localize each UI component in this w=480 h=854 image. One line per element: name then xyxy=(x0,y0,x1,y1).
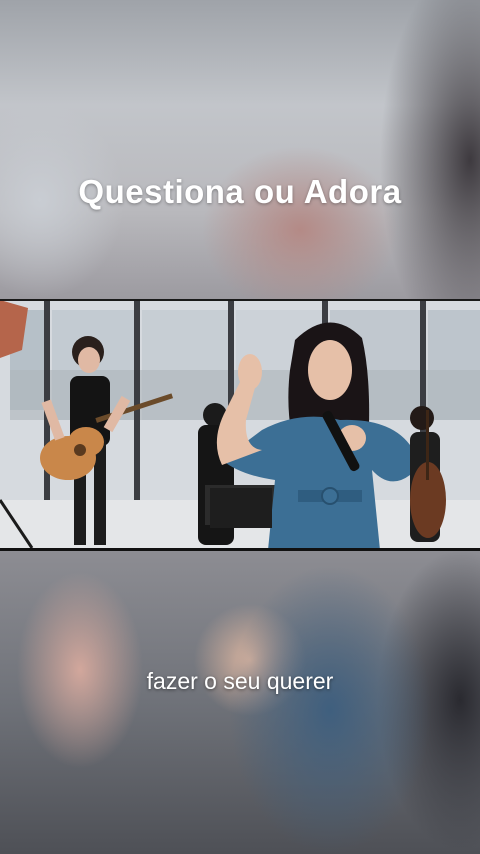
overlay-title: Questiona ou Adora xyxy=(78,173,402,210)
blurred-background-top xyxy=(0,0,480,300)
lyric-caption: fazer o seu querer xyxy=(146,668,334,694)
blurred-background-bottom xyxy=(0,550,480,854)
video-post[interactable]: Questiona ou Adora fazer o seu querer xyxy=(0,0,480,854)
performance-scene xyxy=(0,300,480,550)
video-top-edge xyxy=(0,299,480,301)
video-bottom-edge xyxy=(0,548,480,551)
video-frame[interactable] xyxy=(0,300,480,550)
